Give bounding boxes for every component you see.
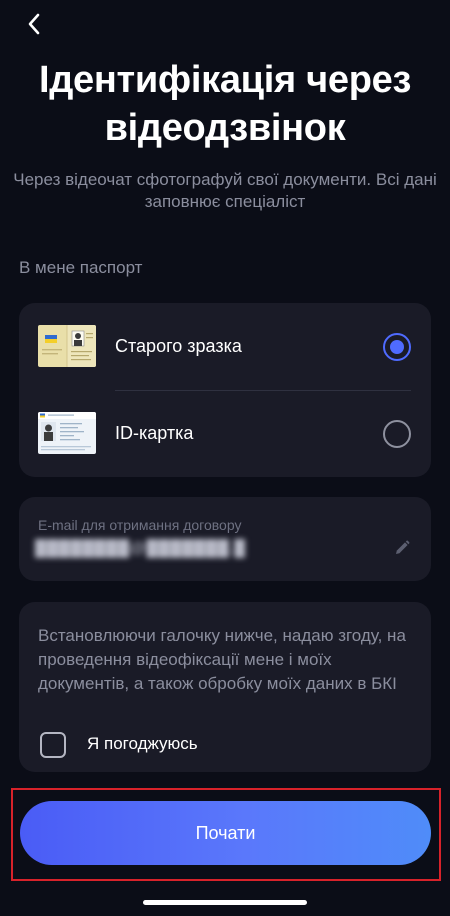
option-old-passport-label: Старого зразка bbox=[115, 336, 242, 356]
page-subtitle: Через відеочат сфотографуй свої документ… bbox=[13, 170, 437, 211]
option-old-passport[interactable]: Старого зразка bbox=[19, 303, 431, 390]
passport-type-card: Старого зразка ID-картка bbox=[19, 303, 431, 477]
passport-section-label: В мене паспорт bbox=[19, 258, 143, 277]
option-id-card-label: ID-картка bbox=[115, 423, 194, 443]
radio-id-card[interactable] bbox=[383, 420, 411, 448]
email-field[interactable]: E-mail для отримання договору ████████@█… bbox=[19, 497, 431, 581]
email-field-label: E-mail для отримання договору bbox=[38, 517, 242, 533]
chevron-left-icon bbox=[28, 13, 40, 35]
back-button[interactable] bbox=[18, 8, 50, 40]
consent-checkbox[interactable] bbox=[40, 732, 66, 758]
option-id-card[interactable]: ID-картка bbox=[19, 390, 431, 477]
pencil-icon[interactable] bbox=[393, 539, 411, 557]
email-value[interactable]: ████████@███████.███ bbox=[35, 539, 245, 559]
consent-text: Встановлюючи галочку нижче, надаю згоду,… bbox=[38, 626, 406, 693]
radio-old-passport[interactable] bbox=[383, 333, 411, 361]
identification-screen: Ідентифікація через відеодзвінок Через в… bbox=[0, 0, 450, 916]
consent-card: Встановлюючи галочку нижче, надаю згоду,… bbox=[19, 602, 431, 772]
page-title: Ідентифікація через відеодзвінок bbox=[38, 59, 412, 149]
start-button[interactable]: Почати bbox=[20, 801, 431, 865]
old-passport-image bbox=[38, 325, 96, 367]
home-indicator bbox=[143, 900, 307, 905]
consent-checkbox-label[interactable]: Я погоджуюсь bbox=[87, 734, 198, 754]
id-card-image bbox=[38, 412, 96, 454]
